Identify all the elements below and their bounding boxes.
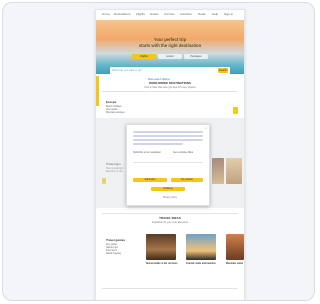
nav-link-deals[interactable]: Deals <box>198 12 206 17</box>
nav-link-activities[interactable]: Activities <box>180 12 192 17</box>
idea-caption-2[interactable]: Coastal roads and beaches <box>186 263 216 265</box>
modal-text-right: Get exclusive offers <box>173 152 194 154</box>
idea-photo-3[interactable] <box>226 234 244 260</box>
idea-caption-3[interactable]: Mountain views <box>226 263 243 265</box>
subscribe-button[interactable]: Subscribe <box>133 178 167 182</box>
tab-hotels[interactable]: Hotels <box>158 54 182 59</box>
divider <box>102 91 238 92</box>
nav-link-destinations[interactable]: Destinations <box>114 12 131 17</box>
idea-photo-2[interactable] <box>186 234 216 260</box>
hero-search-tabs: Flights Hotels Packages <box>132 54 208 59</box>
region-label: Europe <box>106 100 117 104</box>
nav-link-car-hire[interactable]: Car hire <box>164 12 175 17</box>
guides-label: Travel guides <box>106 238 126 242</box>
nav-link-home[interactable]: Home <box>102 12 110 17</box>
nav-link-sign-in[interactable]: Sign in <box>224 12 233 17</box>
nav-link-flights[interactable]: Flights <box>136 12 145 17</box>
search-button[interactable]: Search <box>218 68 228 73</box>
nav-link-help[interactable]: Help <box>212 12 218 17</box>
modal-text-row <box>133 139 203 141</box>
webpage-thumbnail[interactable]: Home Destinations Flights Hotels Car hir… <box>95 9 245 300</box>
modal-divider <box>133 162 203 163</box>
newsletter-modal: × Subscribe to our newsletter Get exclus… <box>126 124 210 206</box>
privacy-link[interactable]: Privacy policy <box>163 197 177 199</box>
tab-packages[interactable]: Packages <box>184 54 208 59</box>
footer-divider <box>102 288 238 289</box>
modal-text-row <box>133 135 203 137</box>
ideas-subtitle: Inspiration for your next adventure <box>151 221 189 224</box>
region-line-3[interactable]: Mountain escapes <box>106 112 125 115</box>
idea-photo-1[interactable] <box>146 234 176 260</box>
accent-bar <box>96 76 99 106</box>
modal-text-left: Subscribe to our newsletter <box>133 152 161 154</box>
close-icon[interactable]: × <box>205 126 207 130</box>
guide-item[interactable]: Island hopping <box>106 253 121 256</box>
idea-caption-1[interactable]: Sunset walks in the old town <box>146 263 177 265</box>
ideas-title: TRAVEL IDEAS <box>159 216 181 220</box>
modal-text-row <box>133 131 203 133</box>
modal-text-row <box>133 143 183 145</box>
hero-banner: Your perfect trip starts with the right … <box>96 20 244 81</box>
page-preview-card: Home Destinations Flights Hotels Car hir… <box>2 2 315 301</box>
destinations-subtitle: Find a place that suits you best for eve… <box>144 86 196 89</box>
search-input[interactable]: Where do you want to go? <box>112 69 142 72</box>
no-thanks-button[interactable]: No, thanks <box>171 178 203 182</box>
tab-flights[interactable]: Flights <box>132 54 156 59</box>
divider <box>102 213 238 214</box>
hero-title: Your perfect trip <box>153 37 187 42</box>
destinations-title: WORLDWIDE DESTINATIONS <box>148 81 192 85</box>
nav-link-hotels[interactable]: Hotels <box>150 12 159 17</box>
next-arrow-button[interactable]: › <box>233 107 238 114</box>
search-bar: Where do you want to go? Search <box>110 67 230 74</box>
continue-button[interactable]: Continue <box>151 187 185 191</box>
hero-subtitle: starts with the right destination <box>138 43 202 48</box>
